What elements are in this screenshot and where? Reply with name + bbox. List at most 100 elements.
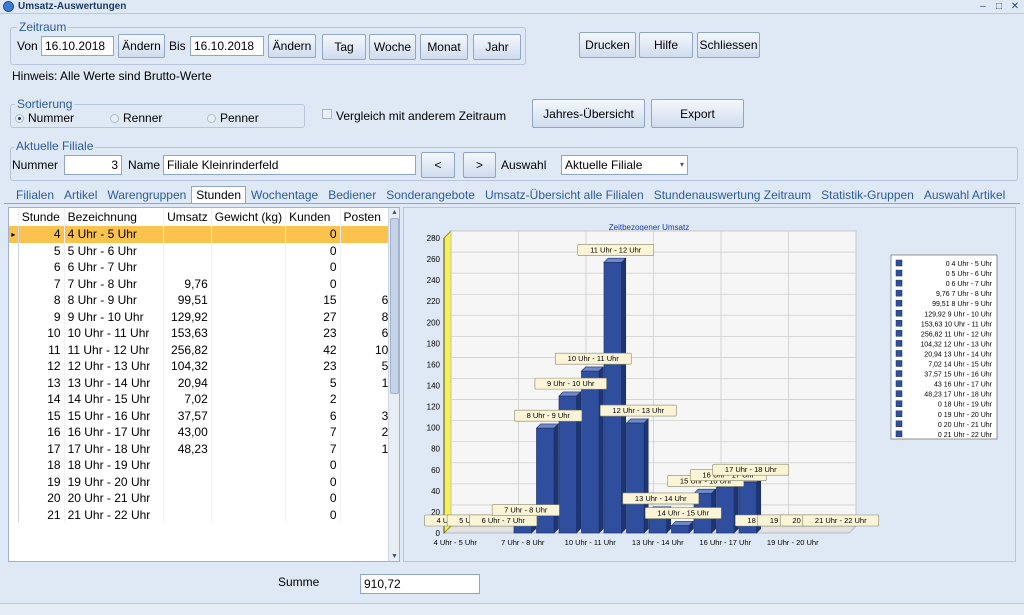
bis-change-button[interactable]: Ändern	[268, 34, 316, 58]
maximize-icon[interactable]: □	[992, 0, 1006, 13]
row-indicator	[9, 259, 19, 276]
nummer-field[interactable]: 3	[64, 155, 122, 175]
column-header[interactable]: Bezeichnung	[64, 208, 165, 226]
table-cell: 9,76	[163, 275, 212, 292]
jahr-button[interactable]: Jahr	[473, 34, 521, 60]
table-row[interactable]: 2020 Uhr - 21 Uhr00	[9, 490, 399, 507]
minimize-icon[interactable]: –	[976, 0, 990, 13]
tag-button[interactable]: Tag	[322, 34, 366, 60]
scroll-up-icon[interactable]: ▲	[390, 208, 399, 217]
radio-renner[interactable]: Renner	[110, 111, 162, 125]
tab-artikel[interactable]: Artikel	[59, 186, 102, 204]
table-row[interactable]: 1818 Uhr - 19 Uhr00	[9, 457, 399, 474]
legend-entry: 43 16 Uhr - 17 Uhr	[934, 382, 993, 389]
table-row[interactable]: 1919 Uhr - 20 Uhr00	[9, 473, 399, 490]
radio-nummer[interactable]: Nummer	[15, 111, 74, 125]
table-cell: 5	[18, 242, 65, 259]
radio-penner[interactable]: Penner	[207, 111, 259, 125]
von-label: Von	[17, 39, 38, 53]
legend-entry: 104,32 12 Uhr - 13 Uhr	[920, 341, 992, 348]
column-header[interactable]: Stunde	[18, 208, 65, 226]
table-cell: 15 Uhr - 16 Uhr	[64, 407, 165, 424]
export-button[interactable]: Export	[651, 99, 744, 128]
tab-sonderangebote[interactable]: Sonderangebote	[381, 186, 480, 204]
scroll-down-icon[interactable]: ▼	[390, 552, 399, 561]
tab-wochentage[interactable]: Wochentage	[246, 186, 323, 204]
table-cell: 19	[18, 473, 65, 490]
data-label: 10 Uhr - 11 Uhr	[568, 354, 620, 363]
legend-entry: 0 5 Uhr - 6 Uhr	[946, 271, 993, 278]
row-indicator	[9, 424, 19, 441]
row-indicator	[9, 275, 19, 292]
table-cell: 256,82	[163, 341, 212, 358]
name-field[interactable]: Filiale Kleinrinderfeld	[163, 155, 416, 175]
filiale-title: Aktuelle Filiale	[14, 139, 96, 153]
von-date-field[interactable]: 16.10.2018	[41, 36, 114, 56]
table-row[interactable]: 77 Uhr - 8 Uhr9,7605	[9, 275, 399, 292]
vergleich-checkbox[interactable]	[322, 109, 332, 119]
table-row[interactable]: ▸44 Uhr - 5 Uhr00	[9, 226, 399, 243]
monat-button[interactable]: Monat	[420, 34, 468, 60]
table-cell: 15	[18, 407, 65, 424]
table-cell	[163, 506, 212, 523]
prev-filiale-button[interactable]: <	[421, 152, 455, 178]
drucken-button[interactable]: Drucken	[579, 32, 636, 58]
y-tick-label: 280	[427, 234, 441, 243]
name-label: Name	[128, 158, 161, 172]
tab-filialen[interactable]: Filialen	[11, 186, 59, 204]
tab-bediener[interactable]: Bediener	[323, 186, 381, 204]
tab-warengruppen[interactable]: Warengruppen	[102, 186, 191, 204]
table-row[interactable]: 1414 Uhr - 15 Uhr7,0226	[9, 391, 399, 408]
tab-auswahl-artikel[interactable]: Auswahl Artikel	[919, 186, 1010, 204]
row-indicator	[9, 292, 19, 309]
hinweis-text: Hinweis: Alle Werte sind Brutto-Werte	[12, 69, 212, 83]
app-icon	[3, 1, 14, 12]
table-cell: 11 Uhr - 12 Uhr	[64, 341, 165, 358]
table-row[interactable]: 88 Uhr - 9 Uhr99,511562	[9, 292, 399, 309]
table-cell: 8	[18, 292, 65, 309]
table-row[interactable]: 1313 Uhr - 14 Uhr20,94513	[9, 374, 399, 391]
tab-statistik-gruppen[interactable]: Statistik-Gruppen	[816, 186, 919, 204]
table-cell	[211, 226, 287, 243]
table-row[interactable]: 1212 Uhr - 13 Uhr104,322350	[9, 358, 399, 375]
scroll-thumb[interactable]	[390, 218, 399, 394]
y-tick-label: 120	[427, 403, 441, 412]
table-row[interactable]: 11 11 Uhr - 12 Uhr 256,82 42 108	[9, 341, 399, 358]
tab-stundenauswertung-zeitraum[interactable]: Stundenauswertung Zeitraum	[649, 186, 816, 204]
row-indicator	[9, 308, 19, 325]
table-row[interactable]: 1515 Uhr - 16 Uhr37,57636	[9, 407, 399, 424]
table-row[interactable]: 66 Uhr - 7 Uhr00	[9, 259, 399, 276]
bis-date-field[interactable]: 16.10.2018	[190, 36, 264, 56]
schliessen-button[interactable]: Schliessen	[697, 32, 760, 58]
auswahl-select[interactable]: Aktuelle Filiale ▾	[561, 155, 688, 175]
table-cell: 19 Uhr - 20 Uhr	[64, 473, 165, 490]
table-row[interactable]: 99 Uhr - 10 Uhr129,922784	[9, 308, 399, 325]
tab-stunden[interactable]: Stunden	[191, 186, 247, 204]
legend-swatch	[895, 330, 903, 337]
row-indicator	[9, 358, 19, 375]
table-cell: 18	[18, 457, 65, 474]
von-change-button[interactable]: Ändern	[118, 34, 165, 58]
hilfe-button[interactable]: Hilfe	[639, 32, 693, 58]
column-header[interactable]: Kunden	[285, 208, 341, 226]
table-cell: 153,63	[163, 325, 212, 342]
legend-swatch	[895, 420, 903, 428]
table-row[interactable]: 2121 Uhr - 22 Uhr00	[9, 506, 399, 523]
woche-button[interactable]: Woche	[369, 34, 416, 60]
table-row[interactable]: 1010 Uhr - 11 Uhr153,632367	[9, 325, 399, 342]
nummer-label: Nummer	[12, 158, 59, 172]
stunden-table[interactable]: Stunde Bezeichnung Umsatz Gewicht (kg) Kunde…	[8, 207, 400, 562]
table-row[interactable]: 1717 Uhr - 18 Uhr48,23714	[9, 440, 399, 457]
jahres-uebersicht-button[interactable]: Jahres-Übersicht	[532, 99, 645, 128]
table-row[interactable]: 1616 Uhr - 17 Uhr43,00729	[9, 424, 399, 441]
y-tick-label: 60	[431, 466, 440, 475]
tab-umsatz-übersicht-alle-filialen[interactable]: Umsatz-Übersicht alle Filialen	[480, 186, 649, 204]
next-filiale-button[interactable]: >	[463, 152, 496, 178]
column-header[interactable]: Umsatz	[163, 208, 212, 226]
table-cell	[211, 242, 287, 259]
close-icon[interactable]: ✕	[1008, 0, 1022, 13]
table-cell	[163, 457, 212, 474]
column-header[interactable]: Gewicht (kg)	[211, 208, 287, 226]
table-row[interactable]: 55 Uhr - 6 Uhr00	[9, 242, 399, 259]
table-scrollbar[interactable]: ▲ ▼	[388, 208, 399, 561]
